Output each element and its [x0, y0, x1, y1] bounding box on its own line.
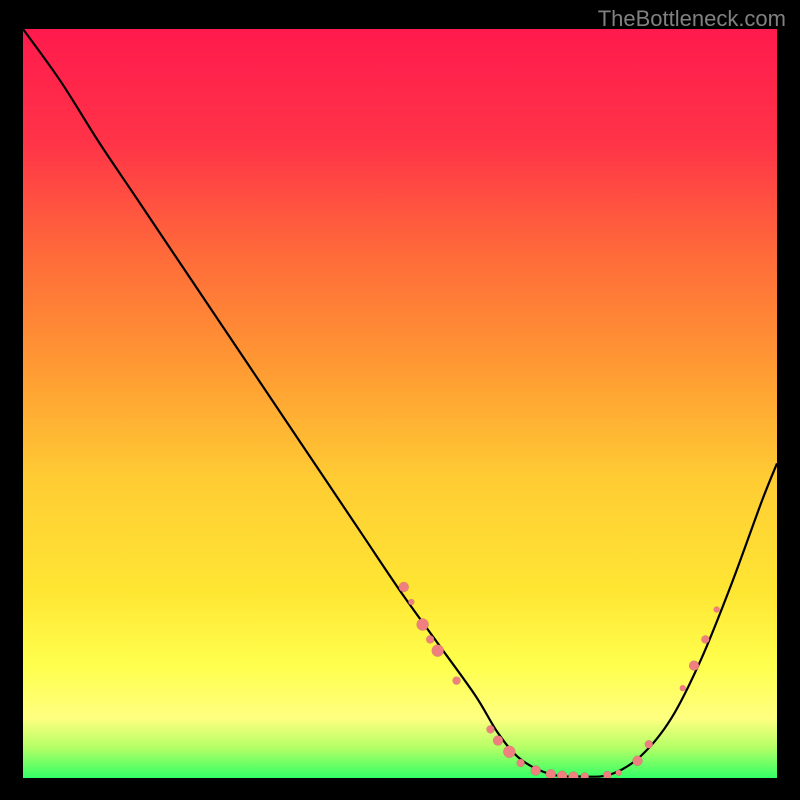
data-dot	[701, 635, 709, 643]
data-dot	[581, 773, 589, 779]
data-dot	[616, 770, 622, 776]
data-dot	[453, 677, 461, 685]
data-dot	[546, 769, 556, 778]
data-dot	[426, 635, 434, 643]
data-dot	[493, 736, 503, 746]
data-dot	[714, 606, 720, 612]
gradient-background	[23, 29, 777, 778]
plot-svg	[23, 29, 777, 778]
data-dot	[399, 582, 409, 592]
data-dot	[689, 661, 699, 671]
watermark-text: TheBottleneck.com	[598, 6, 786, 32]
data-dot	[432, 645, 444, 657]
data-dot	[408, 599, 414, 605]
chart-container: TheBottleneck.com	[0, 0, 800, 800]
plot-area	[23, 29, 777, 778]
data-dot	[645, 740, 653, 748]
data-dot	[603, 771, 611, 778]
data-dot	[680, 685, 686, 691]
data-dot	[633, 756, 643, 766]
data-dot	[486, 725, 494, 733]
data-dot	[417, 618, 429, 630]
data-dot	[517, 759, 525, 767]
data-dot	[531, 766, 541, 776]
data-dot	[503, 746, 515, 758]
data-dot	[557, 771, 567, 778]
